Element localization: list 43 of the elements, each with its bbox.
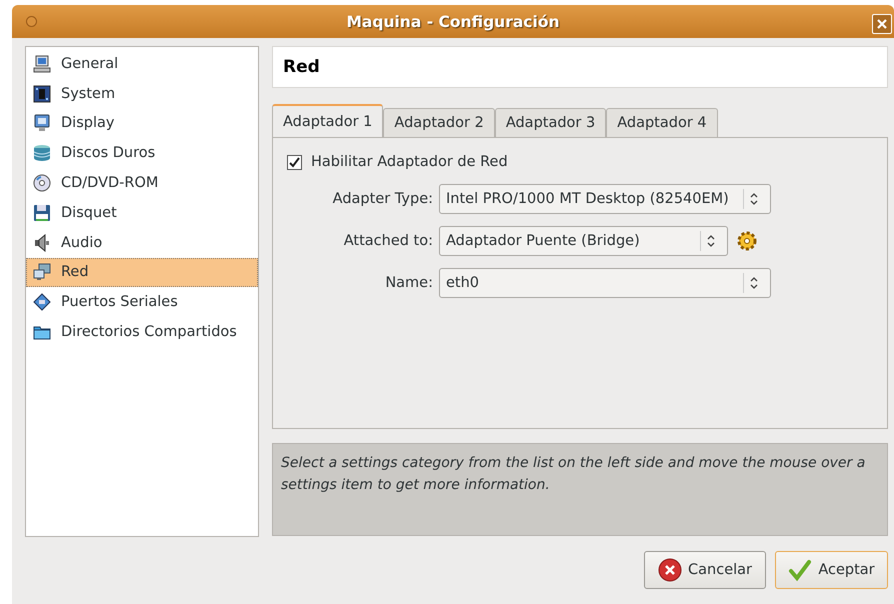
field-label: Name: xyxy=(385,275,433,291)
field-label: Adapter Type: xyxy=(332,191,433,207)
settings-button[interactable] xyxy=(736,230,758,252)
tab[interactable]: Adaptador 2 xyxy=(383,108,495,137)
serial-port-icon xyxy=(33,293,51,312)
category-item[interactable]: Puertos Seriales xyxy=(26,287,258,318)
optical-disc-icon xyxy=(33,174,51,192)
gear-icon xyxy=(736,230,758,252)
checkmark-icon xyxy=(788,558,812,582)
tab[interactable]: Adaptador 3 xyxy=(494,108,606,137)
checkbox-label[interactable]: Habilitar Adaptador de Red xyxy=(311,154,508,170)
network-icon xyxy=(33,263,51,282)
computer-icon xyxy=(33,54,51,73)
close-icon xyxy=(877,19,887,29)
field-label: Attached to: xyxy=(344,233,433,249)
category-item[interactable]: Audio xyxy=(26,228,258,258)
category-item[interactable]: Directorios Compartidos xyxy=(26,317,258,347)
category-item[interactable]: General xyxy=(26,49,258,79)
category-item[interactable]: Disquet xyxy=(26,198,258,228)
dropdown[interactable]: eth0 xyxy=(439,268,771,298)
speaker-icon xyxy=(33,234,51,252)
cancel-icon xyxy=(658,558,682,582)
category-item[interactable]: Red xyxy=(26,258,258,288)
dropdown[interactable]: Adaptador Puente (Bridge) xyxy=(439,226,728,256)
window-title: Maquina - Configuración xyxy=(346,12,560,30)
checkbox[interactable] xyxy=(287,154,302,170)
close-button[interactable] xyxy=(872,14,892,34)
cancel-button[interactable]: Cancelar xyxy=(644,551,766,589)
info-text: Select a settings category from the list on the left side and move the mouse over a settings item to get more information. xyxy=(272,443,888,536)
monitor-icon xyxy=(33,114,51,132)
check-icon xyxy=(289,156,300,168)
category-item[interactable]: Discos Duros xyxy=(26,138,258,168)
dropdown[interactable]: Intel PRO/1000 MT Desktop (82540EM) xyxy=(439,184,771,214)
accept-button[interactable]: Aceptar xyxy=(775,551,888,589)
tab[interactable]: Adaptador 4 xyxy=(606,108,718,137)
floppy-icon xyxy=(33,204,51,222)
category-item[interactable]: System xyxy=(26,78,258,109)
disk-stack-icon xyxy=(33,144,51,162)
category-item[interactable]: Display xyxy=(26,108,258,138)
tab[interactable]: Adaptador 1 xyxy=(272,104,384,137)
chip-icon xyxy=(33,84,51,103)
category-item[interactable]: CD/DVD-ROM xyxy=(26,168,258,198)
page-title: Red xyxy=(283,57,320,77)
